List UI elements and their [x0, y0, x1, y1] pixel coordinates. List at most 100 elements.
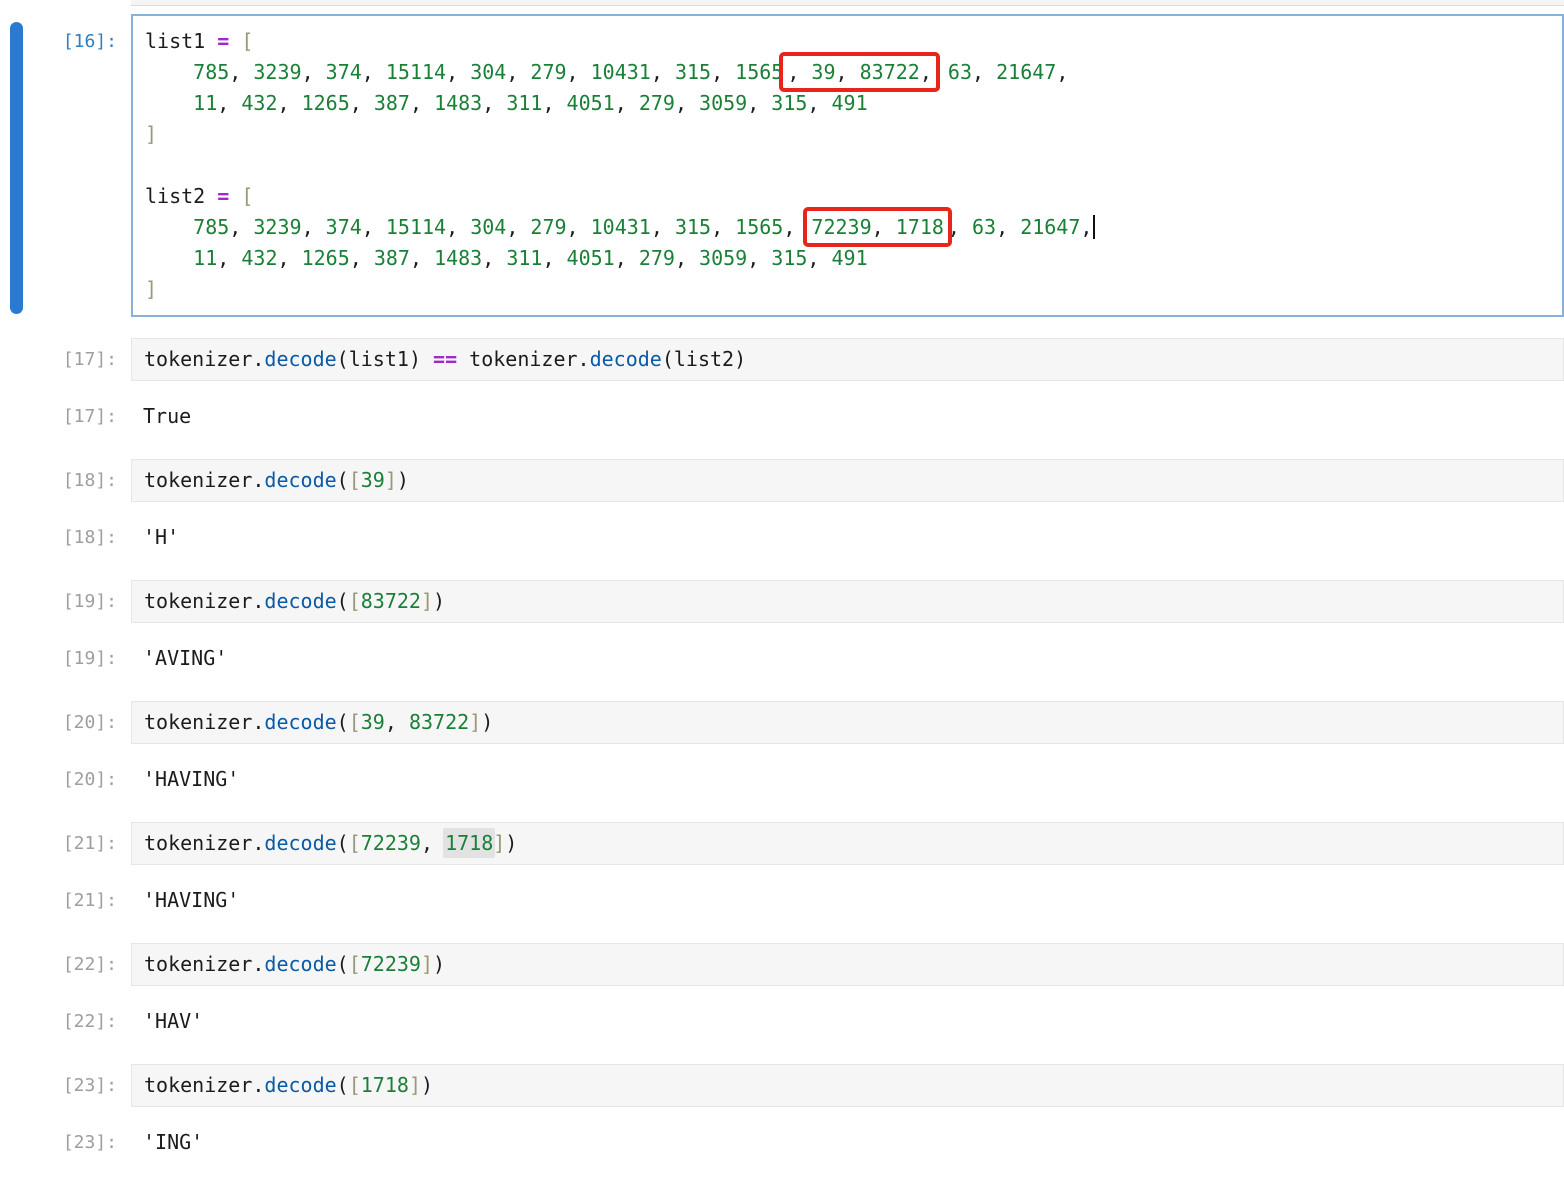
code-token: == [433, 347, 457, 371]
code-token: ) [433, 952, 445, 976]
code-token: ) [421, 1073, 433, 1097]
code-token: [ [349, 589, 361, 613]
output-prompt: [23]: [0, 1127, 131, 1158]
code-editor[interactable]: tokenizer.decode([83722]) [131, 580, 1564, 623]
code-token [457, 347, 469, 371]
cell-collapser[interactable] [10, 22, 23, 314]
code-token: ) [397, 468, 409, 492]
code-token: [ [349, 710, 361, 734]
input-prompt: [20]: [0, 701, 131, 738]
code-token: 311 [506, 246, 542, 270]
code-token: , [542, 246, 566, 270]
code-token: 315 [771, 246, 807, 270]
code-token: ) [734, 347, 746, 371]
output-text: True [143, 401, 191, 432]
code-token: decode [264, 831, 336, 855]
code-token: 1265 [302, 91, 350, 115]
code-token [229, 29, 241, 53]
code-line: 11, 432, 1265, 387, 1483, 311, 4051, 279… [145, 88, 1550, 119]
code-token: , [615, 91, 639, 115]
code-token: , [836, 60, 860, 84]
code-editor[interactable]: tokenizer.decode(list1) == tokenizer.dec… [131, 338, 1564, 381]
code-token: , [651, 215, 675, 239]
code-cell: [18]: tokenizer.decode([39]) [0, 459, 1564, 502]
code-token: . [252, 589, 264, 613]
code-token: 39 [811, 60, 835, 84]
code-token: 785 [193, 60, 229, 84]
output-prompt: [21]: [0, 885, 131, 916]
code-token: , [421, 831, 445, 855]
code-line [145, 150, 1550, 181]
code-token: , [350, 246, 374, 270]
output-area: [22]: 'HAV' [0, 1006, 1564, 1037]
code-token [145, 246, 193, 270]
code-token: , [446, 215, 470, 239]
code-token: . [252, 468, 264, 492]
code-token: ) [409, 347, 421, 371]
code-token: tokenizer [144, 468, 252, 492]
code-token: , [1080, 215, 1092, 239]
code-editor[interactable]: tokenizer.decode([72239]) [131, 943, 1564, 986]
code-token: 279 [639, 246, 675, 270]
code-token: 432 [241, 246, 277, 270]
output-prompt: [19]: [0, 643, 131, 674]
output-area: [23]: 'ING' [0, 1127, 1564, 1158]
code-token: ( [337, 831, 349, 855]
code-token: 3059 [699, 246, 747, 270]
code-token: 3059 [699, 91, 747, 115]
code-token: , [747, 246, 771, 270]
code-token: 279 [639, 91, 675, 115]
code-token: 374 [326, 215, 362, 239]
code-token: 3239 [253, 215, 301, 239]
code-token: , [446, 60, 470, 84]
code-editor[interactable]: list1 = [ 785, 3239, 374, 15114, 304, 27… [131, 14, 1564, 317]
code-token: , [747, 91, 771, 115]
code-token: ( [337, 710, 349, 734]
code-token: 311 [506, 91, 542, 115]
code-token: , [350, 91, 374, 115]
code-token: 4051 [567, 91, 615, 115]
code-token: ) [505, 831, 517, 855]
code-editor[interactable]: tokenizer.decode([39, 83722]) [131, 701, 1564, 744]
code-token: , [482, 246, 506, 270]
code-token: tokenizer [469, 347, 577, 371]
code-token: , [651, 60, 675, 84]
code-token: , [920, 60, 932, 84]
code-token: ( [337, 347, 349, 371]
code-token [145, 60, 193, 84]
previous-cell-edge [131, 0, 1564, 6]
code-token [145, 91, 193, 115]
code-token: , [229, 60, 253, 84]
code-editor[interactable]: tokenizer.decode([39]) [131, 459, 1564, 502]
output-text: 'HAVING' [143, 764, 239, 795]
code-token: 1718 [443, 828, 495, 858]
code-token: tokenizer [144, 710, 252, 734]
code-token: 1565 [735, 60, 783, 84]
code-token: 491 [832, 246, 868, 270]
code-token: , [482, 91, 506, 115]
code-token: 315 [771, 91, 807, 115]
code-token: , [872, 215, 896, 239]
code-token: 1483 [434, 246, 482, 270]
code-token [936, 60, 948, 84]
code-token: ( [337, 589, 349, 613]
output-text: 'ING' [143, 1127, 203, 1158]
output-text: 'HAV' [143, 1006, 203, 1037]
code-editor[interactable]: tokenizer.decode([72239, 1718]) [131, 822, 1564, 865]
input-prompt: [22]: [0, 943, 131, 980]
code-token: ( [337, 1073, 349, 1097]
code-token: , [787, 60, 811, 84]
code-token: decode [590, 347, 662, 371]
code-token: ] [145, 122, 157, 146]
code-token: , [410, 91, 434, 115]
code-line: tokenizer.decode(list1) == tokenizer.dec… [144, 344, 1551, 375]
code-token: 21647 [996, 60, 1056, 84]
code-token: 491 [832, 91, 868, 115]
code-token: 432 [241, 91, 277, 115]
code-token: ] [421, 589, 433, 613]
code-token: 10431 [591, 215, 651, 239]
code-token: 83722 [409, 710, 469, 734]
code-token: 1565 [735, 215, 783, 239]
code-editor[interactable]: tokenizer.decode([1718]) [131, 1064, 1564, 1107]
code-token: , [615, 246, 639, 270]
